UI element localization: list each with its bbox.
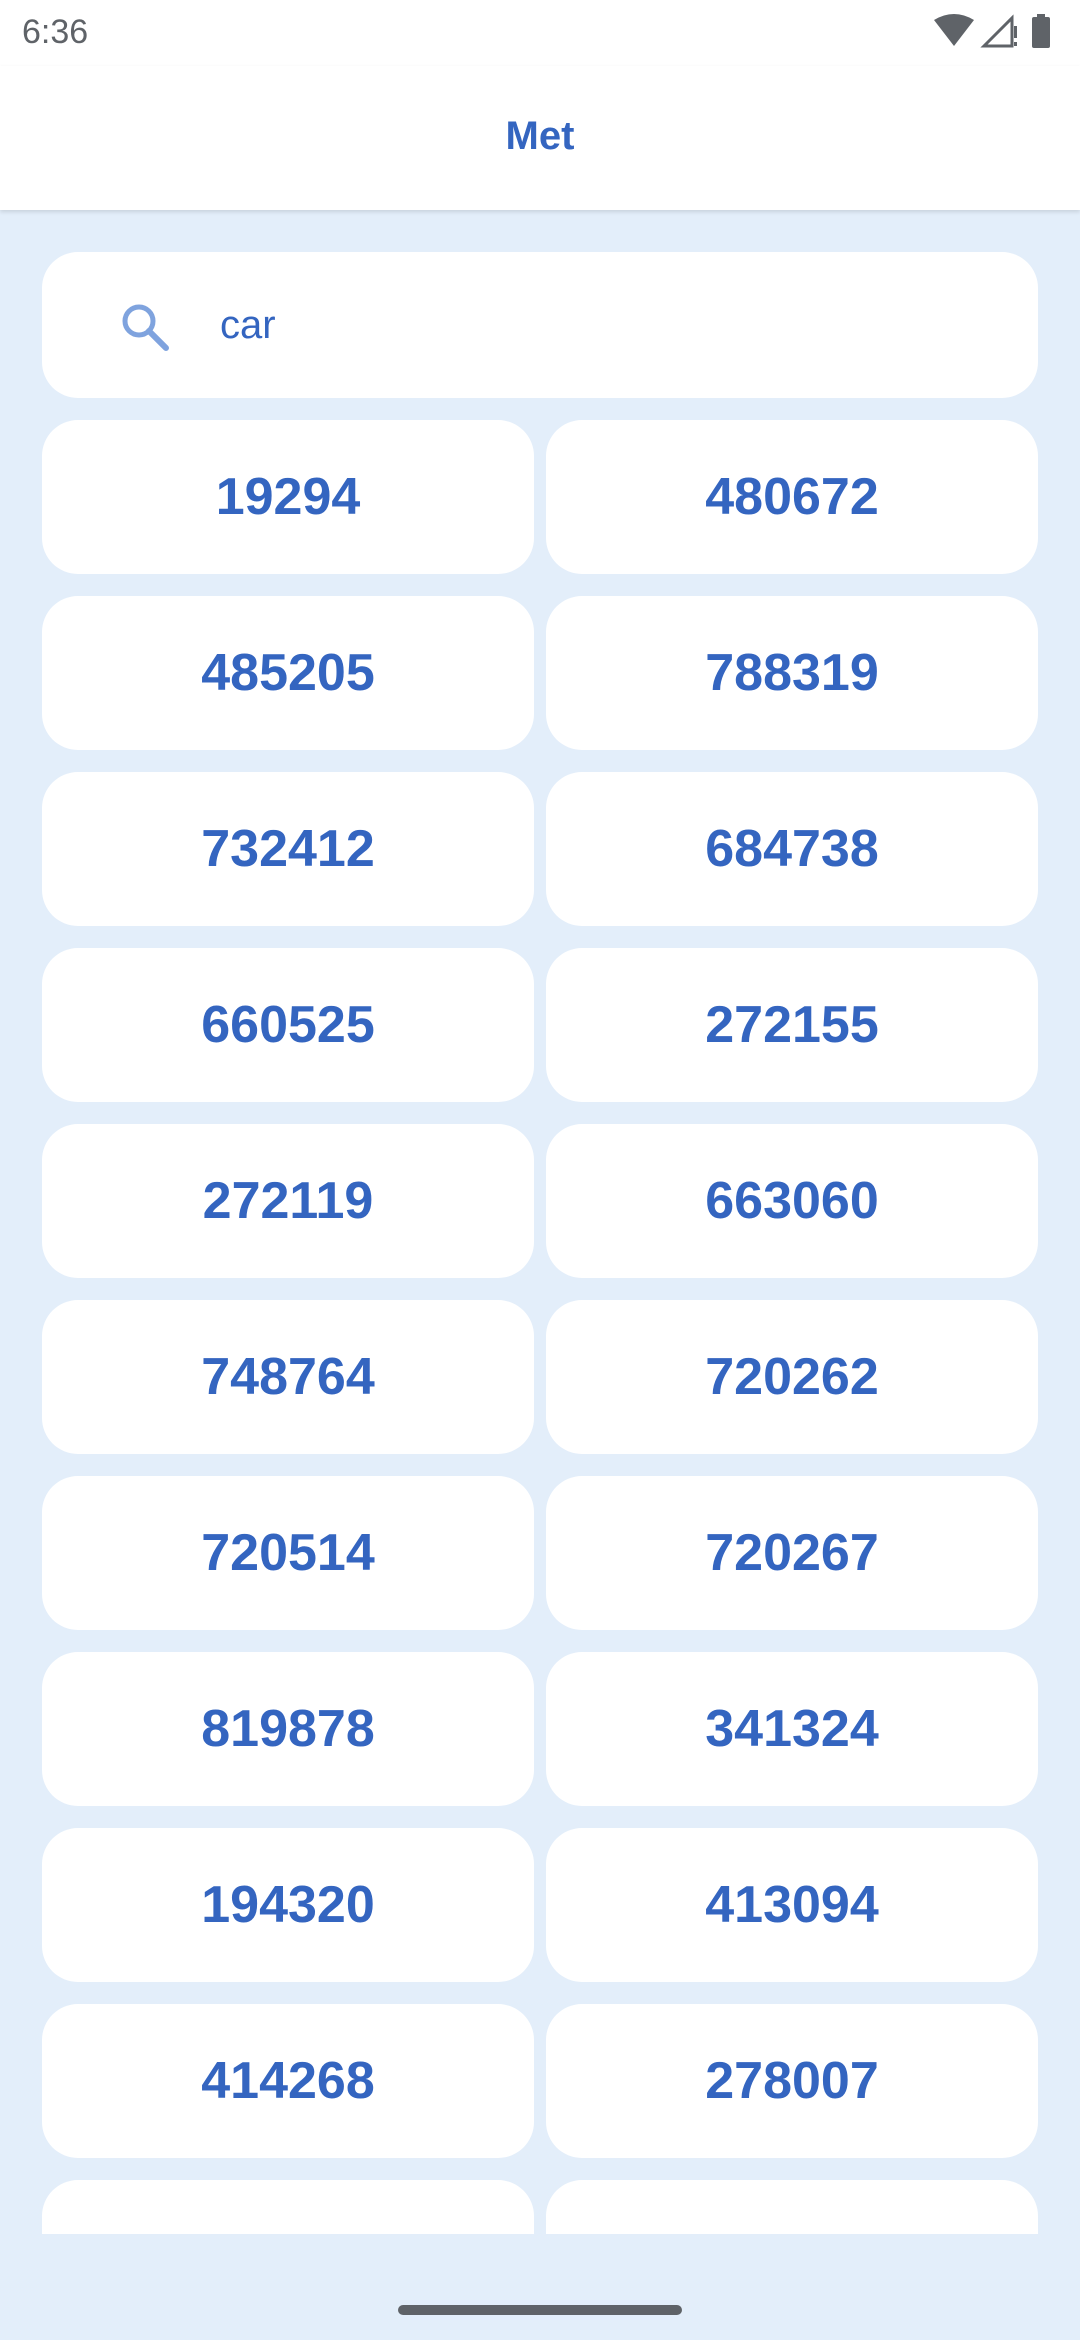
result-id: 684738 bbox=[705, 820, 879, 878]
result-id: 272155 bbox=[705, 996, 879, 1054]
navigation-bar bbox=[0, 2234, 1080, 2340]
result-id: 720514 bbox=[201, 1524, 375, 1582]
result-tile[interactable]: 272155 bbox=[546, 948, 1038, 1102]
result-tile[interactable]: 748764 bbox=[42, 1300, 534, 1454]
result-id: 341324 bbox=[705, 1700, 879, 1758]
result-tile[interactable]: 819878 bbox=[42, 1652, 534, 1806]
result-id: 413094 bbox=[705, 1876, 879, 1934]
result-tile[interactable]: 413094 bbox=[546, 1828, 1038, 1982]
search-icon bbox=[120, 302, 170, 352]
result-tile[interactable]: 720267 bbox=[546, 1476, 1038, 1630]
app-bar: Met bbox=[0, 66, 1080, 210]
home-indicator[interactable] bbox=[398, 2305, 682, 2315]
result-tile[interactable]: 19294 bbox=[42, 420, 534, 574]
page-title: Met bbox=[505, 114, 575, 158]
result-tile[interactable]: 720262 bbox=[546, 1300, 1038, 1454]
result-tile[interactable]: 194320 bbox=[42, 1828, 534, 1982]
result-id: 485205 bbox=[201, 644, 375, 702]
result-tile[interactable]: 278007 bbox=[546, 2004, 1038, 2158]
result-id: 748764 bbox=[201, 1348, 375, 1406]
result-tile[interactable]: 684738 bbox=[546, 772, 1038, 926]
result-id: 19294 bbox=[215, 468, 361, 526]
search-bar[interactable] bbox=[42, 252, 1038, 398]
result-id: 414268 bbox=[201, 2052, 375, 2110]
result-id: 663060 bbox=[705, 1172, 879, 1230]
result-tile[interactable] bbox=[546, 2180, 1038, 2234]
result-id: 788319 bbox=[705, 644, 879, 702]
wifi-icon bbox=[934, 14, 974, 46]
status-bar: 6:36 bbox=[0, 0, 1080, 66]
result-tile[interactable]: 788319 bbox=[546, 596, 1038, 750]
result-tile[interactable]: 341324 bbox=[546, 1652, 1038, 1806]
search-input[interactable] bbox=[220, 290, 1000, 360]
result-id: 720267 bbox=[705, 1524, 879, 1582]
status-icons bbox=[934, 14, 1054, 50]
signal-icon bbox=[980, 14, 1017, 48]
result-id: 278007 bbox=[705, 2052, 879, 2110]
result-tile[interactable]: 414268 bbox=[42, 2004, 534, 2158]
result-id: 480672 bbox=[705, 468, 879, 526]
result-tile[interactable]: 732412 bbox=[42, 772, 534, 926]
result-tile[interactable]: 272119 bbox=[42, 1124, 534, 1278]
result-tile[interactable]: 485205 bbox=[42, 596, 534, 750]
result-id: 272119 bbox=[202, 1172, 374, 1230]
status-time: 6:36 bbox=[22, 13, 89, 51]
battery-icon bbox=[1032, 14, 1050, 48]
result-tile[interactable]: 480672 bbox=[546, 420, 1038, 574]
result-id: 660525 bbox=[201, 996, 375, 1054]
content-area[interactable]: 19294 480672 485205 788319 732412 684738… bbox=[0, 210, 1080, 2234]
result-tile[interactable]: 663060 bbox=[546, 1124, 1038, 1278]
results-grid: 19294 480672 485205 788319 732412 684738… bbox=[42, 420, 1038, 2234]
result-id: 732412 bbox=[201, 820, 375, 878]
result-tile[interactable]: 720514 bbox=[42, 1476, 534, 1630]
result-id: 194320 bbox=[201, 1876, 375, 1934]
result-tile[interactable] bbox=[42, 2180, 534, 2234]
result-id: 819878 bbox=[201, 1700, 375, 1758]
result-tile[interactable]: 660525 bbox=[42, 948, 534, 1102]
result-id: 720262 bbox=[705, 1348, 879, 1406]
